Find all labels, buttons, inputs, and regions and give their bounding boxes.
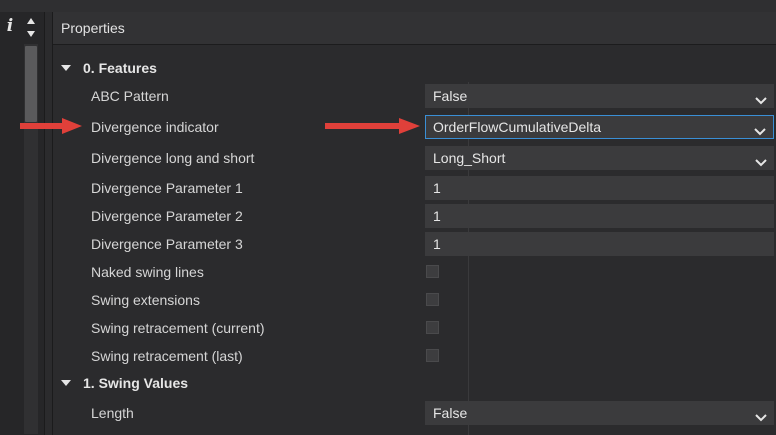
property-row: Swing extensions <box>53 286 776 314</box>
properties-panel: Properties 0. Features ABC Pattern False Di… <box>52 12 776 435</box>
property-label: Naked swing lines <box>91 264 204 280</box>
input-value: 1 <box>433 180 441 196</box>
property-dropdown[interactable]: Long_Short <box>425 146 774 170</box>
property-dropdown[interactable]: False <box>425 401 774 425</box>
property-checkbox[interactable] <box>426 265 439 278</box>
dropdown-value: False <box>433 88 468 104</box>
property-row: Divergence Parameter 3 1 <box>53 230 776 258</box>
property-label: Length <box>91 405 134 421</box>
dropdown-value: OrderFlowCumulativeDelta <box>433 119 602 135</box>
dropdown-value: False <box>433 405 468 421</box>
chevron-down-icon[interactable] <box>753 122 767 136</box>
property-dropdown[interactable]: False <box>425 84 774 108</box>
top-strip <box>0 0 776 12</box>
property-row: Swing retracement (last) <box>53 342 776 370</box>
category-header[interactable]: 1. Swing Values <box>53 369 776 397</box>
property-label: Divergence Parameter 2 <box>91 208 243 224</box>
property-row: Length False <box>53 399 776 427</box>
sort-arrows-icon[interactable] <box>22 14 40 42</box>
property-checkbox[interactable] <box>426 321 439 334</box>
chevron-down-icon[interactable] <box>754 407 768 422</box>
info-icon[interactable]: i <box>0 12 20 40</box>
collapse-caret-icon[interactable] <box>61 380 71 386</box>
scrollbar-thumb[interactable] <box>25 46 37 122</box>
category-label: 0. Features <box>83 60 157 76</box>
property-dropdown[interactable]: OrderFlowCumulativeDelta <box>425 115 774 139</box>
property-row: Divergence Parameter 2 1 <box>53 202 776 230</box>
property-label: Swing extensions <box>91 292 200 308</box>
arrow-up-icon[interactable] <box>27 18 35 24</box>
input-value: 1 <box>433 208 441 224</box>
chevron-down-icon[interactable] <box>754 90 768 105</box>
property-input[interactable]: 1 <box>425 232 774 256</box>
chevron-down-icon[interactable] <box>754 152 768 167</box>
left-arrow-annotation <box>20 118 82 134</box>
property-row: Swing retracement (current) <box>53 314 776 342</box>
property-label: Divergence Parameter 1 <box>91 180 243 196</box>
right-arrow-annotation <box>325 118 420 134</box>
property-label: ABC Pattern <box>91 88 169 104</box>
input-value: 1 <box>433 236 441 252</box>
category-label: 1. Swing Values <box>83 375 189 391</box>
left-toolbar: i <box>0 12 45 435</box>
arrow-down-icon[interactable] <box>27 31 35 37</box>
property-checkbox[interactable] <box>426 349 439 362</box>
property-row: Divergence Parameter 1 1 <box>53 174 776 202</box>
collapse-caret-icon[interactable] <box>61 65 71 71</box>
property-row: Naked swing lines <box>53 258 776 286</box>
property-row: Divergence long and short Long_Short <box>53 144 776 172</box>
property-label: Swing retracement (current) <box>91 320 265 336</box>
property-label: Divergence Parameter 3 <box>91 236 243 252</box>
property-row: ABC Pattern False <box>53 82 776 110</box>
property-label: Divergence indicator <box>91 119 219 135</box>
property-input[interactable]: 1 <box>425 176 774 200</box>
panel-title: Properties <box>53 12 776 45</box>
dropdown-value: Long_Short <box>433 150 506 166</box>
property-checkbox[interactable] <box>426 293 439 306</box>
property-input[interactable]: 1 <box>425 204 774 228</box>
property-label: Swing retracement (last) <box>91 348 243 364</box>
property-label: Divergence long and short <box>91 150 255 166</box>
category-header[interactable]: 0. Features <box>53 54 776 82</box>
